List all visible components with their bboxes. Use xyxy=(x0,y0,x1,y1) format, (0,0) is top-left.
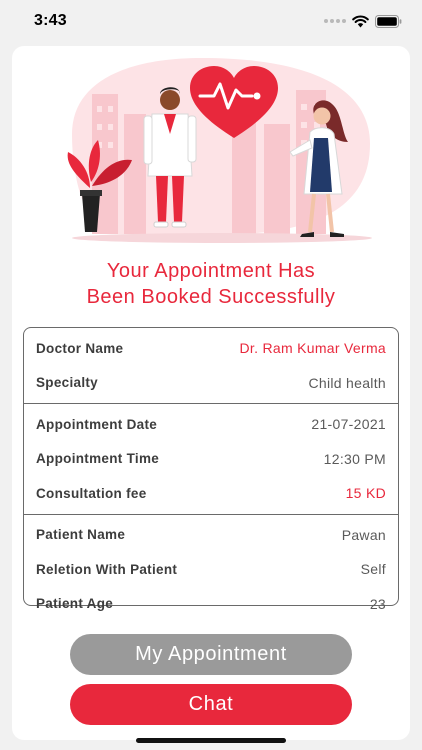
detail-row-appointment-time: Appointment Time 12:30 PM xyxy=(24,442,398,477)
battery-icon xyxy=(375,14,402,28)
relation-label: Reletion With Patient xyxy=(36,561,178,577)
success-message: Your Appointment Has Been Booked Success… xyxy=(12,258,410,310)
home-indicator[interactable] xyxy=(136,738,286,743)
appointment-time-label: Appointment Time xyxy=(36,451,160,467)
patient-age-label: Patient Age xyxy=(36,596,114,612)
appointment-time-value: 12:30 PM xyxy=(323,450,386,467)
doctor-name-label: Doctor Name xyxy=(36,340,124,356)
consultation-fee-label: Consultation fee xyxy=(36,485,147,501)
chat-button[interactable]: Chat xyxy=(70,684,352,725)
appointment-section: Appointment Date 21-07-2021 Appointment … xyxy=(24,404,398,515)
detail-row-patient-age: Patient Age 23 xyxy=(24,587,398,622)
my-appointment-button[interactable]: My Appointment xyxy=(70,634,352,675)
appointment-illustration xyxy=(67,58,372,243)
app-screen: 3:43 Your Appointment Has Been Booked Su… xyxy=(0,0,422,750)
status-bar: 3:43 xyxy=(0,0,422,42)
signal-icon xyxy=(324,19,346,23)
patient-name-label: Patient Name xyxy=(36,527,126,543)
patient-section: Patient Name Pawan Reletion With Patient… xyxy=(24,515,398,625)
detail-row-doctor-name: Doctor Name Dr. Ram Kumar Verma xyxy=(24,331,398,366)
detail-row-relation: Reletion With Patient Self xyxy=(24,552,398,587)
status-icons xyxy=(324,14,402,28)
wifi-icon xyxy=(352,14,369,27)
specialty-value: Child health xyxy=(308,374,386,391)
detail-row-consultation-fee: Consultation fee 15 KD xyxy=(24,476,398,511)
relation-value: Self xyxy=(360,561,386,578)
consultation-fee-value: 15 KD xyxy=(345,485,386,502)
detail-row-appointment-date: Appointment Date 21-07-2021 xyxy=(24,407,398,442)
detail-row-patient-name: Patient Name Pawan xyxy=(24,518,398,553)
doctor-name-value: Dr. Ram Kumar Verma xyxy=(239,340,386,357)
detail-row-specialty: Specialty Child health xyxy=(24,366,398,401)
success-message-line-1: Your Appointment Has xyxy=(106,260,316,282)
specialty-label: Specialty xyxy=(36,375,98,391)
patient-name-value: Pawan xyxy=(341,526,386,543)
status-time: 3:43 xyxy=(34,12,67,29)
appointment-date-label: Appointment Date xyxy=(36,416,158,432)
doctor-section: Doctor Name Dr. Ram Kumar Verma Specialt… xyxy=(24,328,398,404)
confirmation-card: Your Appointment Has Been Booked Success… xyxy=(12,46,410,740)
patient-age-value: 23 xyxy=(369,595,386,612)
appointment-details-table: Doctor Name Dr. Ram Kumar Verma Specialt… xyxy=(23,327,399,612)
appointment-date-value: 21-07-2021 xyxy=(311,416,386,433)
success-message-line-2: Been Booked Successfully xyxy=(86,286,336,308)
